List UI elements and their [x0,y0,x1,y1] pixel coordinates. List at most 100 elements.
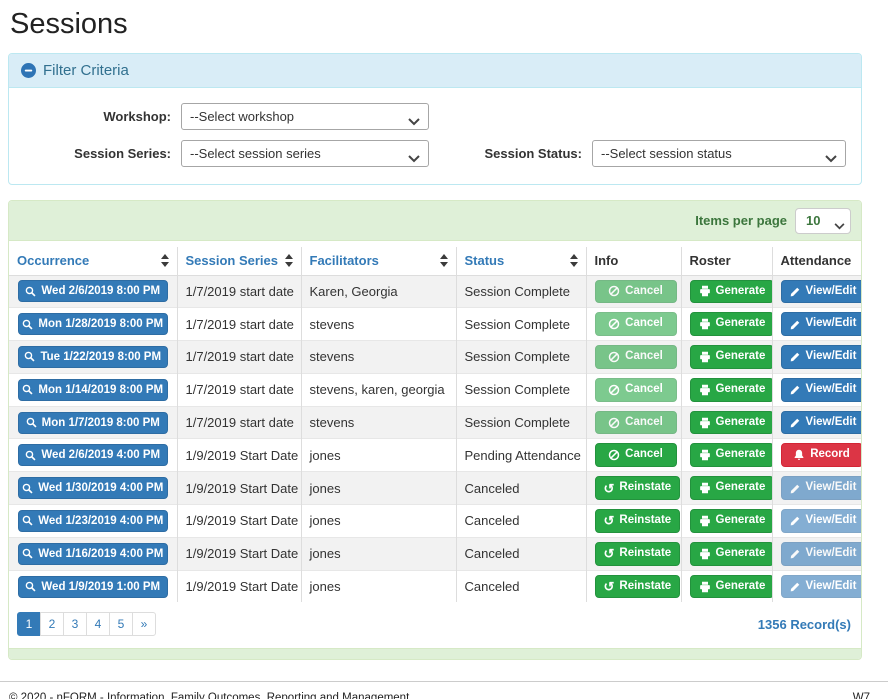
session-series-label: Session Series: [21,146,181,161]
occurrence-button[interactable]: Mon 1/28/2019 8:00 PM [18,313,168,335]
pencil-icon [790,581,801,592]
occurrence-button[interactable]: Mon 1/7/2019 8:00 PM [18,412,168,434]
info-cell: ↺Reinstate [586,505,681,538]
column-header-occurrence[interactable]: Occurrence [9,247,177,275]
occurrence-label: Mon 1/14/2019 8:00 PM [38,384,163,396]
column-label: Session Series [186,253,279,268]
cancel-button[interactable]: Cancel [595,443,677,467]
view-edit-button[interactable]: View/Edit [781,280,862,304]
occurrence-cell: Wed 1/9/2019 1:00 PM [9,570,177,602]
view-edit-button: View/Edit [781,509,862,533]
occurrence-button[interactable]: Wed 1/30/2019 4:00 PM [18,477,168,499]
generate-button[interactable]: Generate [690,575,773,599]
reinstate-icon: ↺ [604,514,615,527]
facilitators-cell: stevens [301,308,456,341]
occurrence-cell: Wed 1/30/2019 4:00 PM [9,472,177,505]
status-cell: Canceled [456,505,586,538]
cancel-button: Cancel [595,345,677,369]
button-label: Cancel [625,383,663,397]
occurrence-label: Wed 2/6/2019 4:00 PM [41,449,160,461]
items-per-page-select[interactable]: 10 [795,208,851,234]
page-button-3[interactable]: 3 [63,612,87,636]
generate-button[interactable]: Generate [690,542,773,566]
generate-button[interactable]: Generate [690,378,773,402]
occurrence-button[interactable]: Tue 1/22/2019 8:00 PM [18,346,168,368]
generate-button[interactable]: Generate [690,312,773,336]
column-header-session-series[interactable]: Session Series [177,247,301,275]
status-cell: Canceled [456,472,586,505]
minus-circle-icon[interactable] [21,63,36,78]
button-label: Reinstate [619,481,671,495]
view-edit-button: View/Edit [781,476,862,500]
search-icon [22,515,33,526]
column-header-status[interactable]: Status [456,247,586,275]
page-button-5[interactable]: 5 [109,612,133,636]
workshop-label: Workshop: [21,109,181,124]
button-label: View/Edit [806,285,857,299]
cancel-button: Cancel [595,378,677,402]
reinstate-button[interactable]: ↺Reinstate [595,476,681,500]
occurrence-button[interactable]: Wed 1/16/2019 4:00 PM [18,543,168,565]
workshop-select[interactable]: --Select workshop [181,103,429,130]
sort-icon[interactable] [161,254,169,267]
sort-icon[interactable] [440,254,448,267]
view-edit-button[interactable]: View/Edit [781,378,862,402]
table-row: Wed 2/6/2019 4:00 PM1/9/2019 Start Datej… [9,439,861,472]
record-count: 1356 Record(s) [758,617,851,632]
main-content: Sessions Filter Criteria Workshop: --Sel… [8,0,862,660]
occurrence-button[interactable]: Wed 1/9/2019 1:00 PM [18,576,168,598]
attendance-cell: View/Edit [772,308,861,341]
table-row: Wed 1/23/2019 4:00 PM1/9/2019 Start Date… [9,505,861,538]
button-label: Generate [716,580,766,594]
page-button-2[interactable]: 2 [40,612,64,636]
button-label: Generate [716,416,766,430]
roster-cell: Generate [681,275,772,308]
sort-icon[interactable] [570,254,578,267]
pencil-icon [790,384,801,395]
button-label: Cancel [625,317,663,331]
next-page-button[interactable]: » [132,612,156,636]
occurrence-button[interactable]: Wed 2/6/2019 8:00 PM [18,280,168,302]
reinstate-button[interactable]: ↺Reinstate [595,542,681,566]
column-header-facilitators[interactable]: Facilitators [301,247,456,275]
session-series-select[interactable]: --Select session series [181,140,429,167]
generate-button[interactable]: Generate [690,411,773,435]
view-edit-button[interactable]: View/Edit [781,411,862,435]
occurrence-label: Wed 2/6/2019 8:00 PM [41,285,160,297]
generate-button[interactable]: Generate [690,280,773,304]
cancel-icon [608,384,620,396]
occurrence-button[interactable]: Mon 1/14/2019 8:00 PM [18,379,168,401]
filter-criteria-header[interactable]: Filter Criteria [9,54,861,88]
cancel-icon [608,318,620,330]
button-label: View/Edit [806,416,857,430]
session-series-cell: 1/7/2019 start date [177,275,301,308]
items-per-page-label: Items per page [695,213,787,228]
view-edit-button[interactable]: View/Edit [781,312,862,336]
info-cell: ↺Reinstate [586,537,681,570]
occurrence-label: Wed 1/30/2019 4:00 PM [38,482,163,494]
generate-button[interactable]: Generate [690,443,773,467]
page-button-4[interactable]: 4 [86,612,110,636]
generate-button[interactable]: Generate [690,476,773,500]
view-edit-button[interactable]: View/Edit [781,345,862,369]
button-label: Record [810,448,850,462]
page-button-1[interactable]: 1 [17,612,41,636]
session-status-filter-group: Session Status: --Select session status [477,140,846,167]
occurrence-button[interactable]: Wed 1/23/2019 4:00 PM [18,510,168,532]
printer-icon [699,384,711,396]
cancel-icon [608,417,620,429]
reinstate-button[interactable]: ↺Reinstate [595,575,681,599]
table-header-row: Occurrence Session Series FacilitatorsStat… [9,247,861,275]
generate-button[interactable]: Generate [690,509,773,533]
session-status-select[interactable]: --Select session status [592,140,846,167]
pencil-icon [790,515,801,526]
sort-icon[interactable] [285,254,293,267]
record-button[interactable]: Record [781,443,862,467]
roster-cell: Generate [681,439,772,472]
generate-button[interactable]: Generate [690,345,773,369]
button-label: Reinstate [619,580,671,594]
occurrence-cell: Wed 2/6/2019 4:00 PM [9,439,177,472]
roster-cell: Generate [681,570,772,602]
occurrence-button[interactable]: Wed 2/6/2019 4:00 PM [18,444,168,466]
reinstate-button[interactable]: ↺Reinstate [595,509,681,533]
